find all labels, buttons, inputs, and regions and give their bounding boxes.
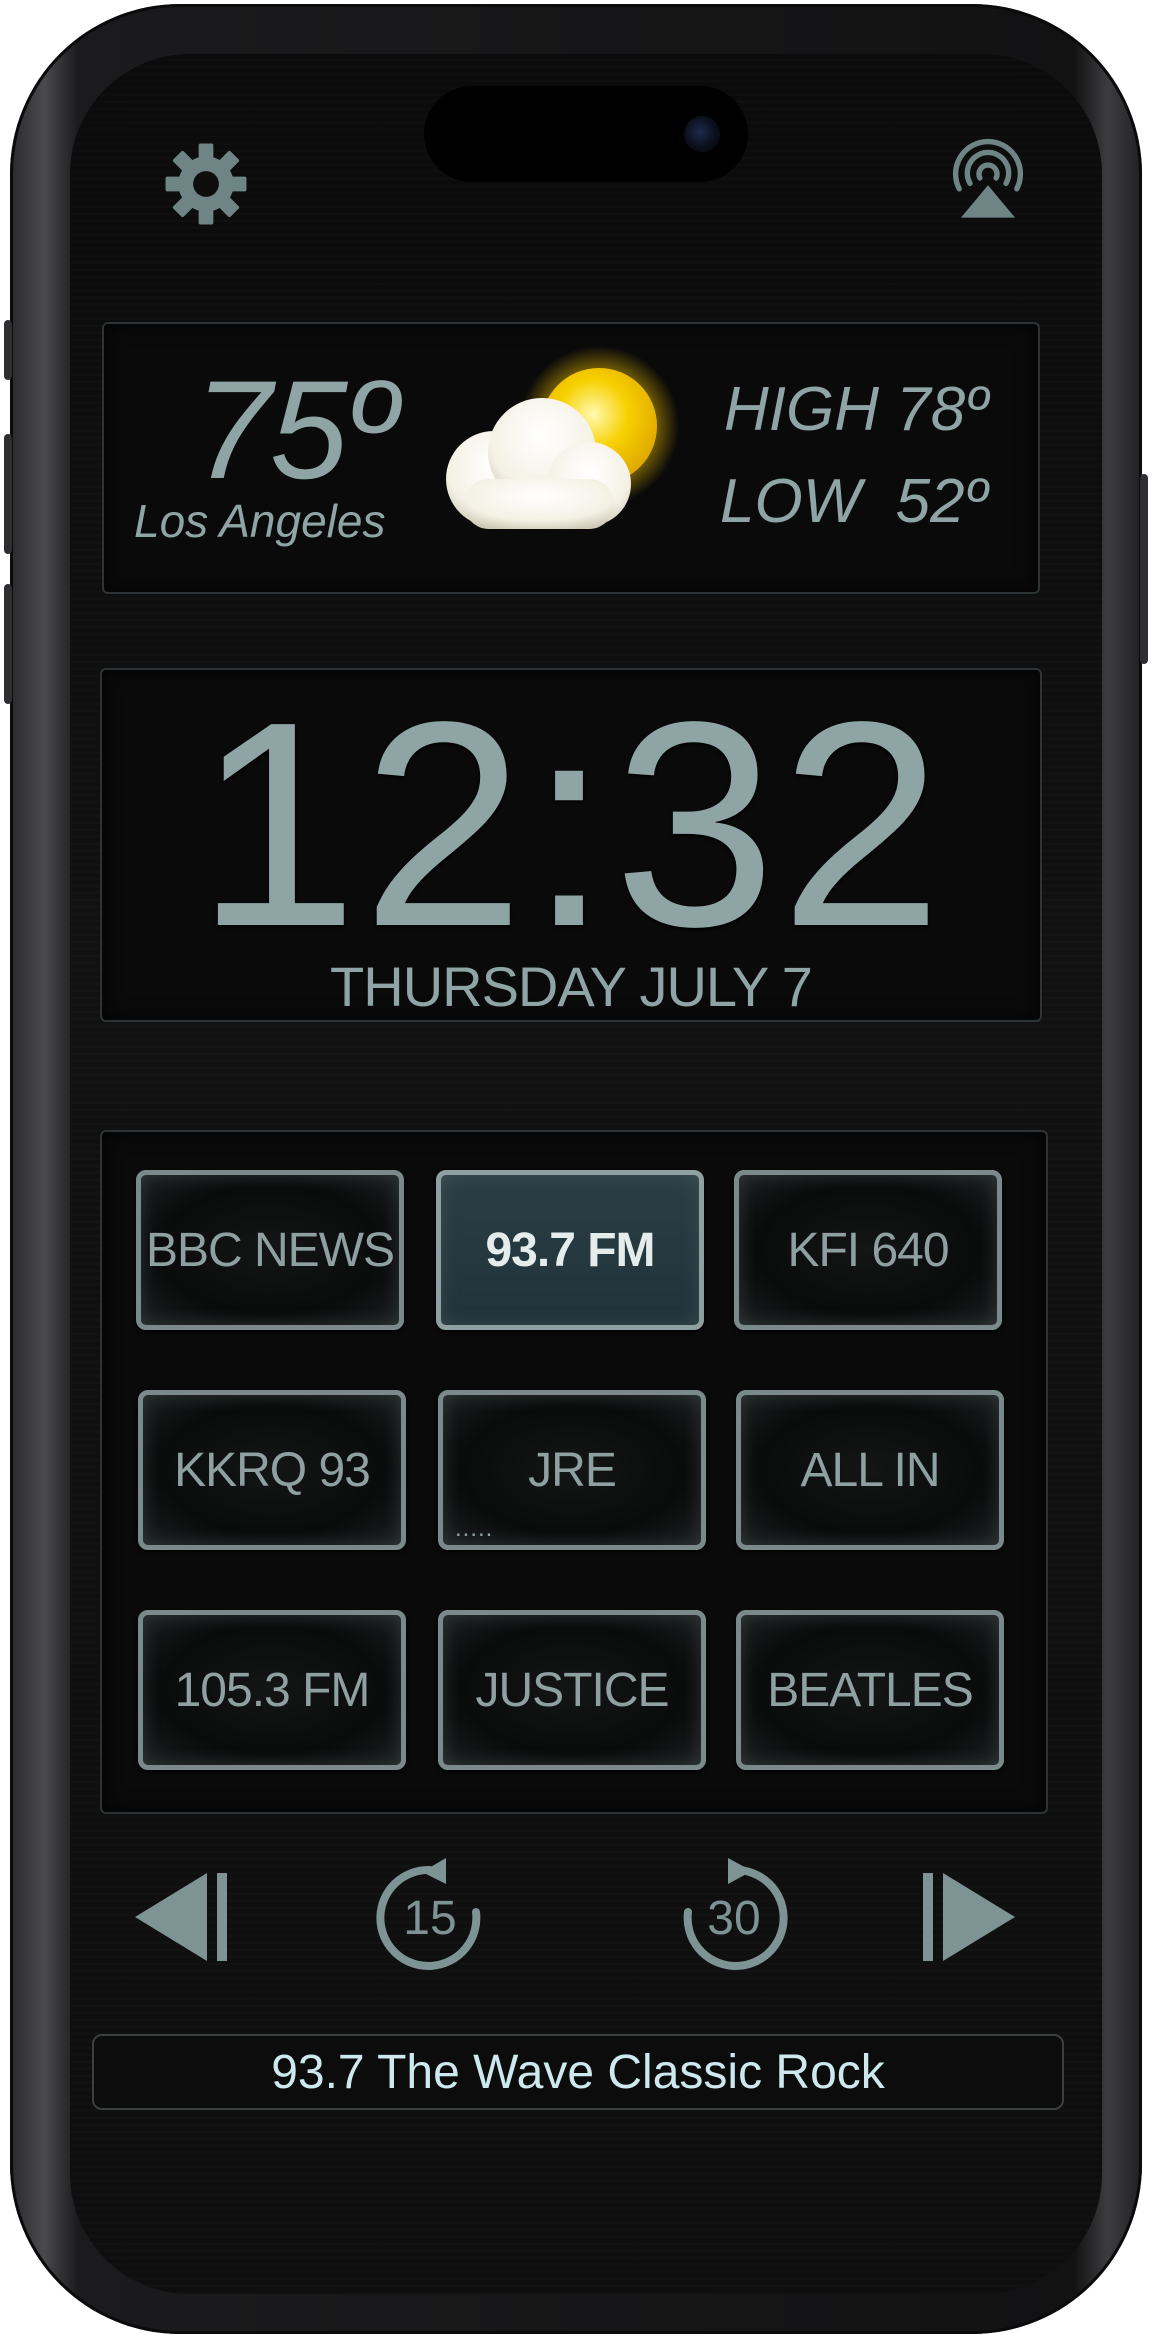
preset-button-1[interactable]: BBC NEWS: [136, 1170, 404, 1330]
preset-grid: BBC NEWS 93.7 FM KFI 640 KKRQ 93 JRE ...…: [100, 1130, 1048, 1814]
rewind-15-icon: 15: [376, 1858, 481, 1970]
preset-button-3[interactable]: KFI 640: [734, 1170, 1002, 1330]
preset-indicator: .....: [455, 1515, 494, 1542]
svg-text:15: 15: [403, 1892, 456, 1945]
preset-button-4[interactable]: KKRQ 93: [138, 1390, 406, 1550]
preset-button-2[interactable]: 93.7 FM: [436, 1170, 704, 1330]
previous-track-button[interactable]: [126, 1862, 236, 1972]
gear-icon: [165, 143, 247, 225]
airplay-icon: [952, 138, 1024, 218]
preset-button-5[interactable]: JRE .....: [438, 1390, 706, 1550]
preset-label: ALL IN: [800, 1443, 941, 1497]
preset-label: BBC NEWS: [145, 1223, 395, 1277]
preset-button-9[interactable]: BEATLES: [736, 1610, 1004, 1770]
city-name: Los Angeles: [134, 495, 386, 547]
action-button: [4, 320, 12, 380]
now-playing-text: 93.7 The Wave Classic Rock: [271, 2045, 885, 2099]
current-temperature: 75º: [194, 351, 397, 508]
phone-frame: 75º Los Angeles HIGH 78º LOW 52º 12:32 T…: [4, 4, 1148, 2334]
front-camera: [684, 116, 720, 152]
preset-label: JUSTICE: [475, 1663, 669, 1717]
next-track-icon: [923, 1873, 1015, 1961]
preset-label: KKRQ 93: [174, 1443, 371, 1497]
preset-label: BEATLES: [767, 1663, 974, 1717]
volume-down-button: [4, 584, 12, 704]
preset-button-6[interactable]: ALL IN: [736, 1390, 1004, 1550]
rewind-15-button[interactable]: 15: [368, 1854, 492, 1978]
preset-button-7[interactable]: 105.3 FM: [138, 1610, 406, 1770]
high-temperature: HIGH 78º: [724, 375, 988, 444]
next-track-button[interactable]: [914, 1862, 1024, 1972]
dynamic-island: [424, 86, 748, 182]
now-playing-bar: 93.7 The Wave Classic Rock: [92, 2034, 1064, 2110]
preset-label: 93.7 FM: [485, 1223, 655, 1277]
svg-text:30: 30: [707, 1892, 760, 1945]
app-screen: 75º Los Angeles HIGH 78º LOW 52º 12:32 T…: [70, 54, 1102, 2294]
previous-track-icon: [135, 1873, 227, 1961]
partly-cloudy-icon: [424, 344, 694, 574]
airplay-button[interactable]: [938, 128, 1038, 228]
volume-up-button: [4, 434, 12, 554]
clock-date: THURSDAY JULY 7: [330, 955, 813, 1018]
preset-label: KFI 640: [787, 1223, 949, 1277]
forward-30-button[interactable]: 30: [672, 1854, 796, 1978]
preset-label: 105.3 FM: [174, 1663, 371, 1717]
preset-label: JRE: [528, 1443, 617, 1497]
low-temperature: LOW 52º: [720, 467, 988, 536]
settings-button[interactable]: [156, 134, 256, 234]
clock-panel: 12:32 THURSDAY JULY 7: [100, 668, 1042, 1022]
clock-time: 12:32: [195, 661, 947, 987]
forward-30-icon: 30: [683, 1858, 788, 1970]
preset-button-8[interactable]: JUSTICE: [438, 1610, 706, 1770]
weather-panel: 75º Los Angeles HIGH 78º LOW 52º: [102, 322, 1040, 594]
power-button: [1140, 474, 1148, 664]
